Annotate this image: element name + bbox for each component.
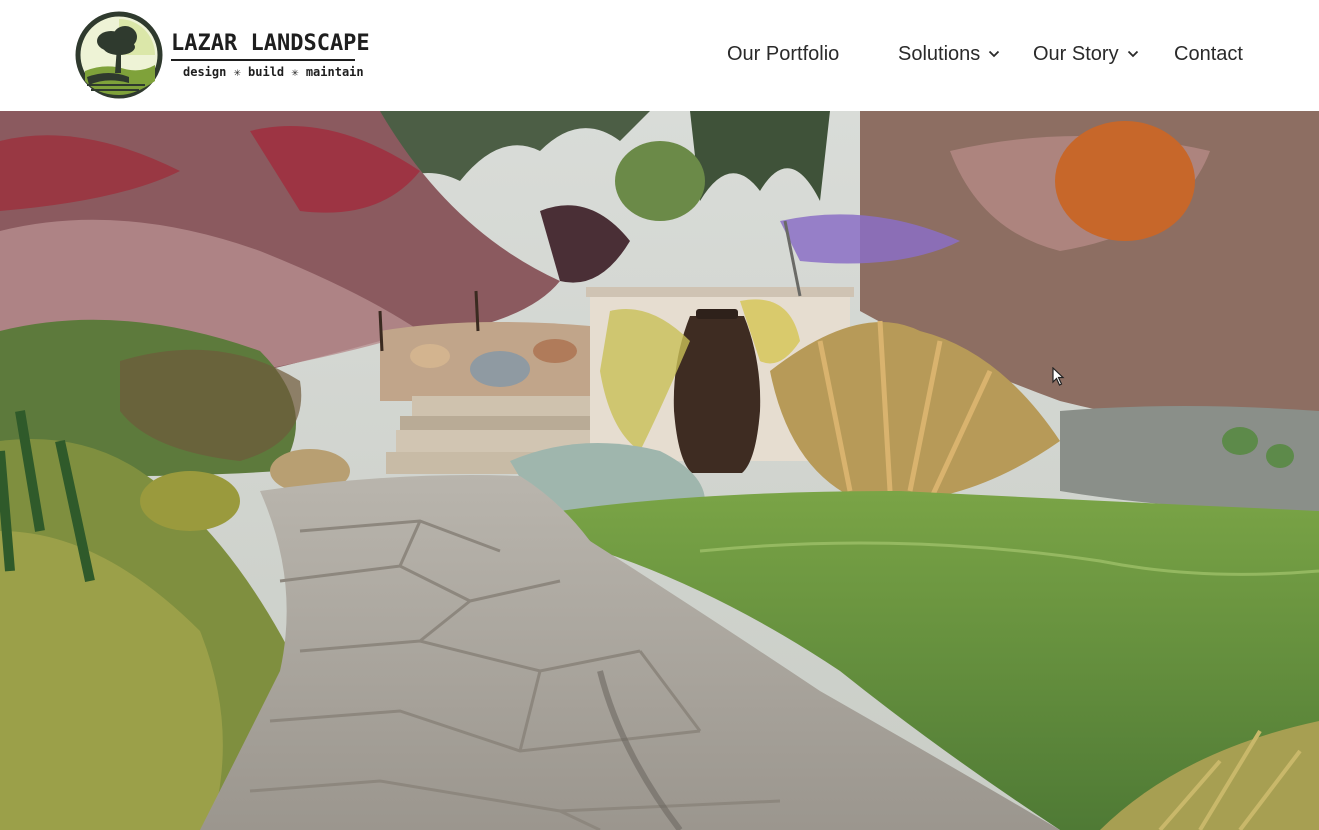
site-header: LAZAR LANDSCAPE design ✳ build ✳ maintai… [0, 0, 1319, 111]
main-nav: Our Portfolio Solutions Our Story Contac… [0, 40, 1319, 68]
nav-item-label: Contact [1174, 42, 1243, 65]
hero-image [0, 111, 1319, 830]
nav-item-label: Solutions [898, 42, 981, 65]
nav-item-contact[interactable]: Contact [1174, 40, 1243, 68]
chevron-down-icon [989, 50, 1000, 58]
nav-item-solutions[interactable]: Solutions [898, 40, 1000, 68]
nav-item-our-story[interactable]: Our Story [1033, 40, 1139, 68]
garden-photo [0, 111, 1319, 830]
nav-item-label: Our Story [1033, 42, 1119, 65]
mouse-cursor-icon [1052, 367, 1065, 386]
nav-item-our-portfolio[interactable]: Our Portfolio [727, 40, 839, 68]
nav-item-label: Our Portfolio [727, 42, 840, 65]
chevron-down-icon [1127, 50, 1138, 58]
